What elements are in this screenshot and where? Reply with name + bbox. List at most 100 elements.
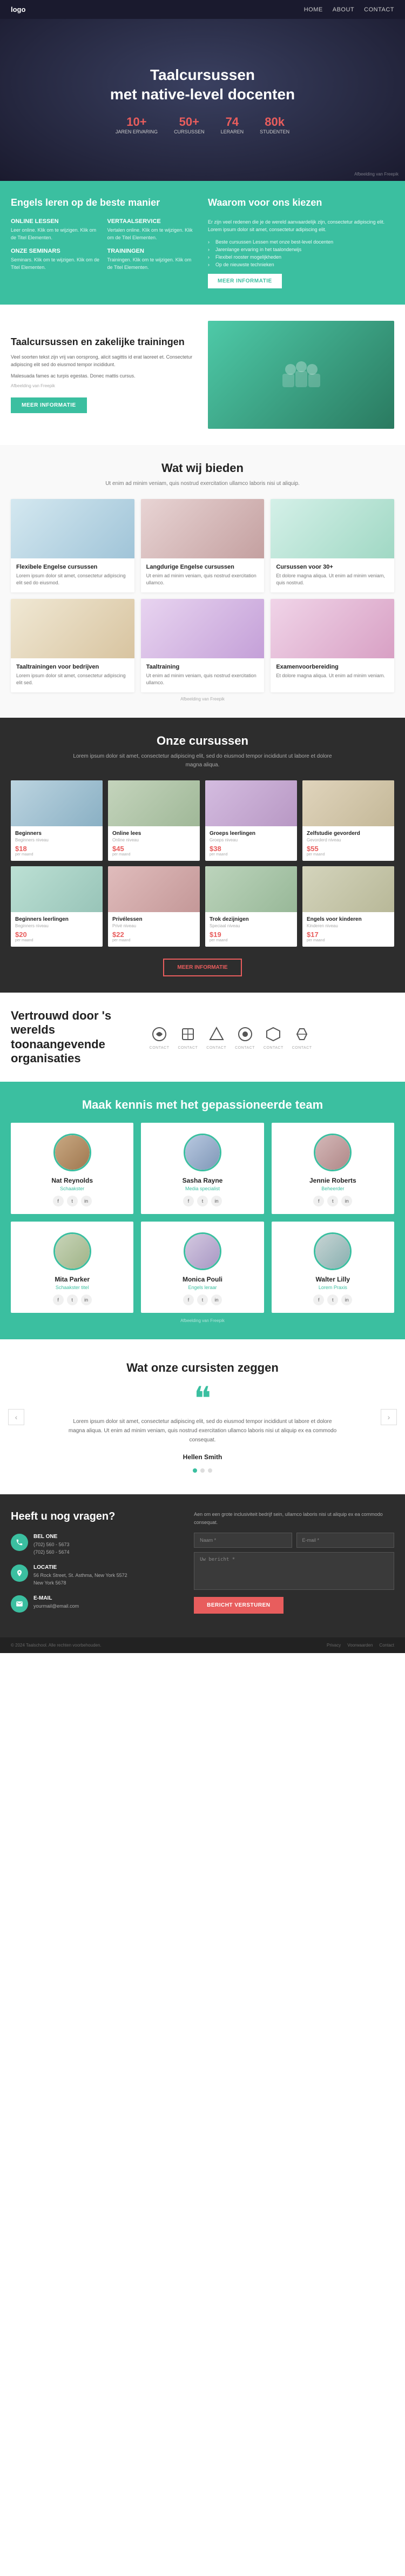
nav-about[interactable]: ABOUT: [333, 6, 354, 13]
social-tw-1[interactable]: t: [197, 1196, 208, 1206]
cursus-5: Privélessen Privé niveau $22 per maand: [108, 866, 200, 947]
contact-location-label: LOCATIE: [33, 1565, 127, 1570]
social-fb-3[interactable]: f: [53, 1294, 64, 1305]
footer-link-1[interactable]: Voorwaarden: [347, 1643, 373, 1648]
logo-name-2: CONTACT: [206, 1046, 226, 1050]
offer-desc-4: Ut enim ad minim veniam, quis nostrud ex…: [146, 672, 259, 687]
stat-courses-label: Cursussen: [174, 129, 205, 134]
cursus-per-6: per maand: [210, 939, 293, 942]
cursus-1: Online lees Online niveau $45 per maand: [108, 780, 200, 861]
social-li-3[interactable]: in: [81, 1294, 92, 1305]
cursus-img-5: [108, 866, 200, 912]
logo-icon-2: [207, 1024, 226, 1044]
footer-link-0[interactable]: Privacy: [327, 1643, 341, 1648]
offer-info-2: Cursussen voor 30+ Et dolore magna aliqu…: [271, 558, 394, 592]
avatar-0: [53, 1134, 91, 1171]
team-role-3: Schaakster titel: [17, 1285, 127, 1290]
cursus-info-2: Groeps leerlingen Groeps niveau $38 per …: [205, 826, 297, 861]
cursus-level-0: Beginners niveau: [15, 838, 98, 842]
social-fb-0[interactable]: f: [53, 1196, 64, 1206]
cursus-2: Groeps leerlingen Groeps niveau $38 per …: [205, 780, 297, 861]
cursus-title-0: Beginners: [15, 831, 98, 837]
team-name-3: Mita Parker: [17, 1276, 127, 1283]
testimonial-section: Wat onze cursisten zeggen ‹ › ❝ Lorem ip…: [0, 1339, 405, 1494]
social-tw-2[interactable]: t: [327, 1196, 338, 1206]
cursussen-grid: Beginners Beginners niveau $18 per maand…: [11, 780, 394, 947]
offers-grid: Flexibele Engelse cursussen Lorem ipsum …: [11, 499, 394, 692]
team-role-5: Lorem Praxis: [278, 1285, 388, 1290]
form-message-input[interactable]: [194, 1552, 394, 1590]
form-name-input[interactable]: [194, 1533, 292, 1548]
cursus-title-5: Privélessen: [112, 916, 195, 922]
social-li-2[interactable]: in: [341, 1196, 352, 1206]
cursus-7: Engels voor kinderen Kinderen niveau $17…: [302, 866, 394, 947]
cursussen-btn[interactable]: MEER INFORMATIE: [163, 959, 241, 976]
testimonial-prev[interactable]: ‹: [8, 1409, 24, 1425]
logo-icon-1: [178, 1024, 198, 1044]
social-tw-4[interactable]: t: [197, 1294, 208, 1305]
engels-title: Engels leren op de beste manier: [11, 197, 197, 208]
team-header: Maak kennis met het gepassioneerde team: [11, 1098, 394, 1112]
waarom-btn[interactable]: MEER INFORMATIE: [208, 274, 282, 288]
cursus-price-7: $17: [307, 930, 390, 939]
testimonial-next[interactable]: ›: [381, 1409, 397, 1425]
nav: HOME ABOUT CONTACT: [304, 6, 394, 13]
offer-desc-1: Ut enim ad minim veniam, quis nostrud ex…: [146, 572, 259, 587]
cursus-title-3: Zelfstudie gevorderd: [307, 831, 390, 837]
phone-icon: [11, 1534, 28, 1551]
team-role-2: Beheerder: [278, 1186, 388, 1191]
feature-train-title: TRAININGEN: [107, 248, 198, 254]
social-fb-2[interactable]: f: [313, 1196, 324, 1206]
contact-phone-label: BEL ONE: [33, 1534, 70, 1540]
contact-location-val1: New York 5678: [33, 1580, 127, 1587]
zakelijk-img-inner: [208, 321, 394, 429]
footer-link-2[interactable]: Contact: [379, 1643, 394, 1648]
vertrouwd-title: Vertrouwd door 's werelds toonaangevende…: [11, 1009, 133, 1066]
offer-img-1: [141, 499, 265, 558]
team-card-3: Mita Parker Schaakster titel f t in: [11, 1222, 133, 1313]
location-icon: [11, 1565, 28, 1582]
cursus-per-5: per maand: [112, 939, 195, 942]
offer-img-3: [11, 599, 134, 658]
offer-desc-5: Et dolore magna aliqua. Ut enim ad minim…: [276, 672, 389, 680]
cursus-img-7: [302, 866, 394, 912]
avatar-4: [184, 1232, 221, 1270]
social-tw-5[interactable]: t: [327, 1294, 338, 1305]
cursus-6: Trok dezijnigen Speciaal niveau $19 per …: [205, 866, 297, 947]
dot-1[interactable]: [200, 1468, 205, 1473]
social-icons-2: f t in: [278, 1196, 388, 1206]
social-li-1[interactable]: in: [211, 1196, 222, 1206]
cursus-price-0: $18: [15, 845, 98, 853]
offer-img-4: [141, 599, 265, 658]
logo-item-1: CONTACT: [178, 1024, 198, 1050]
contact-phone-val0: (702) 560 - 5673: [33, 1541, 70, 1549]
social-li-0[interactable]: in: [81, 1196, 92, 1206]
team-name-5: Walter Lilly: [278, 1276, 388, 1283]
social-fb-5[interactable]: f: [313, 1294, 324, 1305]
social-tw-3[interactable]: t: [67, 1294, 78, 1305]
team-attr: Afbeelding van Freepik: [11, 1318, 394, 1323]
cursus-level-7: Kinderen niveau: [307, 923, 390, 928]
cursus-info-3: Zelfstudie gevorderd Gevorderd niveau $5…: [302, 826, 394, 861]
social-li-4[interactable]: in: [211, 1294, 222, 1305]
social-fb-1[interactable]: f: [183, 1196, 194, 1206]
cursus-price-4: $20: [15, 930, 98, 939]
offer-card-0: Flexibele Engelse cursussen Lorem ipsum …: [11, 499, 134, 592]
contact-location-val0: 56 Rock Street, St. Asthma, New York 557…: [33, 1572, 127, 1580]
dot-0[interactable]: [193, 1468, 197, 1473]
nav-home[interactable]: HOME: [304, 6, 323, 13]
dot-2[interactable]: [208, 1468, 212, 1473]
social-li-5[interactable]: in: [341, 1294, 352, 1305]
social-tw-0[interactable]: t: [67, 1196, 78, 1206]
contact-email-info: E-MAIL yourmail@email.com: [33, 1595, 79, 1610]
social-fb-4[interactable]: f: [183, 1294, 194, 1305]
form-email-input[interactable]: [296, 1533, 394, 1548]
offer-info-1: Langdurige Engelse cursussen Ut enim ad …: [141, 558, 265, 592]
cursus-img-4: [11, 866, 103, 912]
zakelijk-p1: Veel soorten tekst zijn vrij van oorspro…: [11, 353, 197, 369]
cursus-3: Zelfstudie gevorderd Gevorderd niveau $5…: [302, 780, 394, 861]
zakelijk-btn[interactable]: MEER INFORMATIE: [11, 397, 87, 413]
nav-contact[interactable]: CONTACT: [364, 6, 394, 13]
cursus-level-3: Gevorderd niveau: [307, 838, 390, 842]
form-submit-btn[interactable]: BERICHT VERSTUREN: [194, 1597, 283, 1614]
